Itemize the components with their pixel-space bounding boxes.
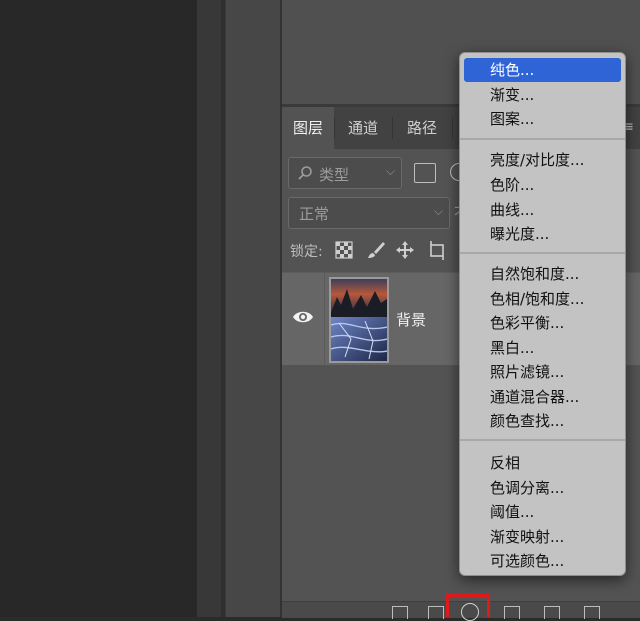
canvas-area[interactable] [0, 0, 197, 617]
move-icon[interactable] [395, 240, 415, 260]
menu-separator [460, 138, 625, 140]
link-layers-icon[interactable] [392, 606, 408, 619]
landscape-thumbnail-image [331, 279, 387, 361]
menu-item-levels[interactable]: 色阶... [464, 173, 621, 197]
tab-divider [452, 117, 453, 139]
lock-transparency-icon[interactable] [334, 240, 354, 260]
menu-item-color-balance[interactable]: 色彩平衡... [464, 311, 621, 335]
tool-strip [197, 0, 221, 617]
adjustment-layer-icon [461, 603, 479, 621]
image-filter-icon[interactable] [414, 163, 436, 183]
menu-item-gradient[interactable]: 渐变... [464, 83, 621, 107]
filter-kind-label: 类型 [319, 166, 350, 184]
eye-icon [293, 311, 313, 323]
layer-name[interactable]: 背景 [396, 309, 426, 330]
layer-thumbnail [329, 277, 389, 363]
menu-item-solid-color[interactable]: 纯色... [464, 58, 621, 82]
new-group-icon[interactable] [504, 606, 520, 619]
blend-mode-value: 正常 [299, 205, 330, 223]
search-icon [298, 166, 312, 180]
delete-layer-icon[interactable] [584, 606, 600, 619]
tab-channels[interactable]: 通道 [335, 107, 391, 149]
lock-label: 锁定: [290, 244, 323, 260]
menu-item-invert[interactable]: 反相 [464, 451, 621, 475]
menu-item-gradient-map[interactable]: 渐变映射... [464, 525, 621, 549]
menu-item-posterize[interactable]: 色调分离... [464, 476, 621, 500]
artboard-icon[interactable] [427, 240, 447, 260]
menu-item-threshold[interactable]: 阈值... [464, 500, 621, 524]
menu-item-color-lookup[interactable]: 颜色查找... [464, 409, 621, 433]
layer-style-icon[interactable] [428, 606, 444, 619]
tab-paths[interactable]: 路径 [393, 107, 451, 149]
menu-item-curves[interactable]: 曲线... [464, 198, 621, 222]
tab-layers[interactable]: 图层 [282, 107, 334, 149]
menu-separator [460, 439, 625, 441]
chevron-down-icon: ⌵ [385, 164, 395, 178]
menu-item-brightness-contrast[interactable]: 亮度/对比度... [464, 148, 621, 172]
menu-item-channel-mixer[interactable]: 通道混合器... [464, 385, 621, 409]
menu-item-selective-color[interactable]: 可选颜色... [464, 549, 621, 573]
menu-item-pattern[interactable]: 图案... [464, 107, 621, 131]
filter-kind-select[interactable]: 类型 ⌵ [288, 157, 402, 189]
visibility-toggle[interactable] [282, 273, 325, 365]
blend-mode-select[interactable]: 正常 ⌵ [288, 197, 450, 229]
menu-item-hue-saturation[interactable]: 色相/饱和度... [464, 287, 621, 311]
new-adjustment-layer-button[interactable] [446, 594, 490, 621]
adjustment-layer-menu: 纯色... 渐变... 图案... 亮度/对比度... 色阶... 曲线... … [459, 52, 626, 576]
menu-item-black-white[interactable]: 黑白... [464, 336, 621, 360]
collapsed-panel-strip [225, 0, 281, 617]
menu-separator [460, 252, 625, 254]
chevron-down-icon: ⌵ [433, 204, 443, 218]
menu-item-exposure[interactable]: 曝光度... [464, 222, 621, 246]
menu-item-vibrance[interactable]: 自然饱和度... [464, 262, 621, 286]
new-layer-icon[interactable] [544, 606, 560, 619]
brush-icon[interactable] [366, 240, 386, 260]
menu-item-photo-filter[interactable]: 照片滤镜... [464, 360, 621, 384]
